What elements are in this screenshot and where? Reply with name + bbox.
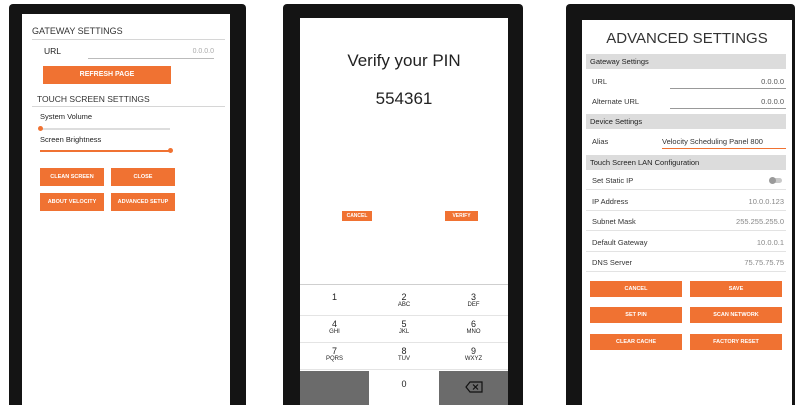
divider	[32, 39, 225, 40]
divider	[586, 230, 786, 231]
save-button[interactable]: SAVE	[690, 281, 782, 297]
gateway-settings-title: GATEWAY SETTINGS	[32, 26, 123, 36]
default-gateway-label: Default Gateway	[592, 238, 648, 247]
advanced-settings-screen: ADVANCED SETTINGS Gateway Settings URL 0…	[582, 20, 792, 405]
system-volume-label: System Volume	[40, 112, 93, 121]
keypad-blank-key	[300, 371, 369, 405]
about-velocity-button[interactable]: ABOUT VELOCITY	[40, 193, 104, 211]
pin-display: 554361	[375, 89, 433, 108]
slider-knob[interactable]	[167, 148, 173, 153]
ip-address-input[interactable]: 10.0.0.123	[682, 197, 784, 206]
key-2[interactable]: 2 ABC	[369, 289, 439, 316]
gateway-settings-screen: GATEWAY SETTINGS URL 0.0.0.0 REFRESH PAG…	[22, 14, 230, 405]
slider-knob[interactable]	[37, 126, 43, 131]
divider	[586, 210, 786, 211]
backspace-icon	[465, 381, 483, 393]
alternate-url-underline	[670, 108, 786, 109]
lan-configuration-section: Touch Screen LAN Configuration	[586, 155, 786, 170]
system-volume-slider[interactable]	[37, 126, 170, 131]
alias-underline	[662, 148, 786, 149]
backspace-key[interactable]	[439, 371, 508, 405]
key-1[interactable]: 1	[300, 289, 369, 316]
ip-address-label: IP Address	[592, 197, 629, 206]
key-letters: JKL	[398, 329, 410, 335]
device-bezel-gateway-settings: GATEWAY SETTINGS URL 0.0.0.0 REFRESH PAG…	[9, 4, 246, 405]
screen-brightness-slider[interactable]	[40, 148, 173, 153]
toggle-knob	[769, 177, 776, 184]
key-number: 9	[470, 346, 476, 356]
scan-network-button[interactable]: SCAN NETWORK	[690, 307, 782, 323]
key-letters: WXYZ	[464, 356, 483, 362]
alternate-url-input[interactable]: 0.0.0.0	[672, 97, 784, 106]
key-5[interactable]: 5 JKL	[369, 316, 439, 343]
touch-screen-settings-title: TOUCH SCREEN SETTINGS	[37, 94, 150, 104]
slider-fill	[40, 150, 170, 152]
verify-pin-screen: Verify your PIN 554361 CANCEL VERIFY 1 2…	[300, 18, 508, 405]
key-letters: PQRS	[325, 356, 343, 362]
key-letters: GHI	[329, 329, 340, 335]
screenshot-stage: GATEWAY SETTINGS URL 0.0.0.0 REFRESH PAG…	[0, 0, 795, 405]
key-letters: TUV	[398, 356, 410, 362]
dns-server-input[interactable]: 75.75.75.75	[682, 258, 784, 267]
key-letters: DEF	[467, 302, 480, 308]
divider	[32, 106, 225, 107]
key-number: 2	[401, 292, 407, 302]
key-number: 7	[331, 346, 337, 356]
set-pin-button[interactable]: SET PIN	[590, 307, 682, 323]
key-number: 4	[331, 319, 337, 329]
key-6[interactable]: 6 MNO	[439, 316, 508, 343]
device-settings-section: Device Settings	[586, 114, 786, 129]
alias-input[interactable]: Velocity Scheduling Panel 800	[662, 137, 786, 146]
verify-pin-title: Verify your PIN	[347, 51, 461, 70]
key-number: 1	[331, 292, 337, 302]
advanced-setup-button[interactable]: ADVANCED SETUP	[111, 193, 175, 211]
subnet-mask-input[interactable]: 255.255.255.0	[682, 217, 784, 226]
key-number: 5	[401, 319, 407, 329]
divider	[586, 271, 786, 272]
static-ip-toggle[interactable]	[769, 177, 782, 184]
clean-screen-button[interactable]: CLEAN SCREEN	[40, 168, 104, 186]
alias-label: Alias	[592, 137, 609, 146]
cancel-button[interactable]: CANCEL	[590, 281, 682, 297]
key-7[interactable]: 7 PQRS	[300, 343, 369, 370]
factory-reset-button[interactable]: FACTORY RESET	[690, 334, 782, 350]
dns-server-label: DNS Server	[592, 258, 633, 267]
key-0[interactable]: 0	[369, 371, 439, 405]
advanced-settings-title: ADVANCED SETTINGS	[606, 30, 768, 47]
key-8[interactable]: 8 TUV	[369, 343, 439, 370]
cancel-button[interactable]: CANCEL	[342, 211, 372, 221]
screen-brightness-label: Screen Brightness	[40, 135, 102, 144]
url-label: URL	[592, 77, 608, 86]
gateway-settings-section: Gateway Settings	[586, 54, 786, 69]
key-number: 3	[470, 292, 476, 302]
url-input[interactable]: 0.0.0.0	[672, 77, 784, 86]
device-bezel-verify-pin: Verify your PIN 554361 CANCEL VERIFY 1 2…	[283, 4, 523, 405]
subnet-mask-label: Subnet Mask	[592, 217, 636, 226]
close-button[interactable]: CLOSE	[111, 168, 175, 186]
numeric-keypad: 1 2 ABC 3 DEF 4 GHI 5 JKL 6 MNO 7 PQRS 8 TUV 9W…	[300, 284, 508, 405]
device-bezel-advanced-settings: ADVANCED SETTINGS Gateway Settings URL 0…	[566, 4, 795, 405]
verify-button[interactable]: VERIFY	[445, 211, 478, 221]
url-input[interactable]: 0.0.0.0	[88, 45, 214, 59]
key-number: 0	[401, 379, 407, 389]
key-letters: MNO	[466, 329, 481, 335]
divider	[586, 189, 786, 190]
key-letters: ABC	[397, 302, 411, 308]
set-static-ip-label: Set Static IP	[592, 176, 634, 185]
key-number: 6	[470, 319, 476, 329]
key-3[interactable]: 3 DEF	[439, 289, 508, 316]
divider	[586, 251, 786, 252]
clear-cache-button[interactable]: CLEAR CACHE	[590, 334, 682, 350]
url-label: URL	[44, 46, 62, 56]
default-gateway-input[interactable]: 10.0.0.1	[682, 238, 784, 247]
url-underline	[670, 88, 786, 89]
key-4[interactable]: 4 GHI	[300, 316, 369, 343]
refresh-page-button[interactable]: REFRESH PAGE	[43, 66, 171, 84]
key-number: 8	[401, 346, 407, 356]
key-9[interactable]: 9 WXYZ	[439, 343, 508, 370]
alternate-url-label: Alternate URL	[592, 97, 640, 106]
